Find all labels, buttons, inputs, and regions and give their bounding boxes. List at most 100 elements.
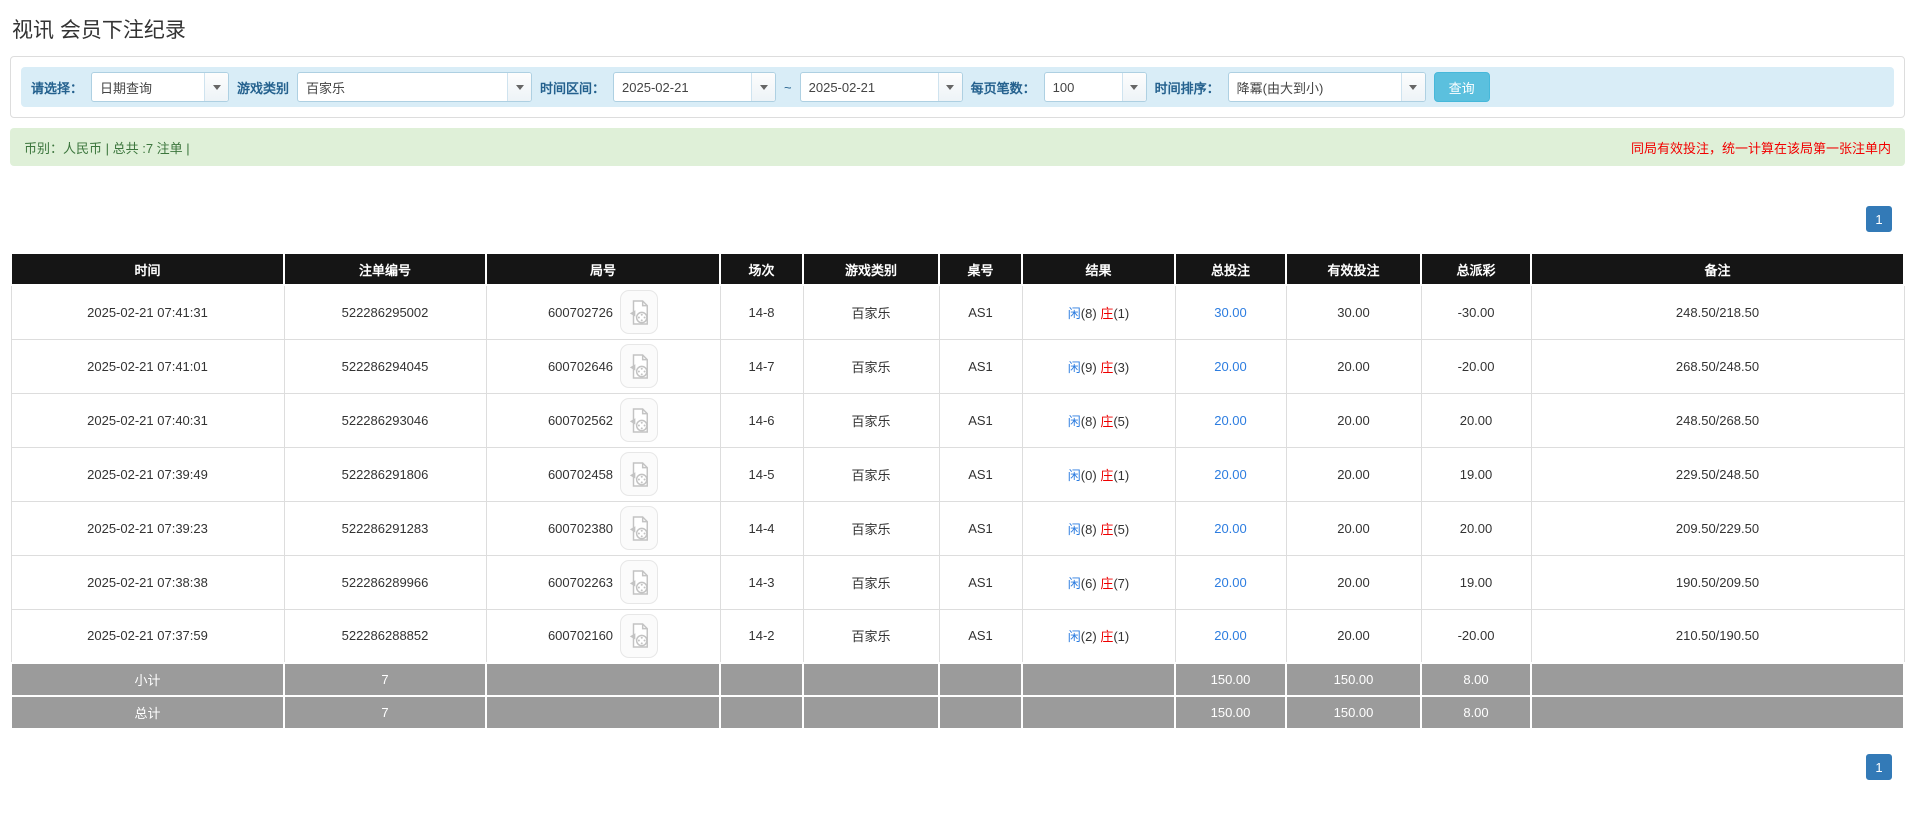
column-header: 局号 — [485, 252, 721, 286]
film-file-icon — [629, 353, 649, 379]
cell-valid-bet: 20.00 — [1285, 392, 1422, 448]
cell-time: 2025-02-21 07:39:23 — [10, 500, 285, 556]
cell-round-number: 600702646 — [485, 338, 721, 394]
column-header: 时间 — [10, 252, 285, 286]
total-bet-link[interactable]: 20.00 — [1214, 467, 1247, 482]
cell-table-number: AS1 — [938, 554, 1023, 610]
film-file-icon — [629, 569, 649, 595]
cell-round-number: 600702726 — [485, 284, 721, 340]
video-replay-button[interactable] — [620, 344, 659, 388]
cell-valid-bet: 20.00 — [1285, 500, 1422, 556]
page-button[interactable]: 1 — [1866, 754, 1892, 780]
cell-game-category: 百家乐 — [802, 554, 940, 610]
column-header: 桌号 — [938, 252, 1023, 286]
cell-payout: 19.00 — [1420, 446, 1532, 502]
film-file-icon — [629, 407, 649, 433]
cell-table-number: AS1 — [938, 500, 1023, 556]
cell-payout: 19.00 — [1420, 554, 1532, 610]
cell-total-bet: 30.00 — [1174, 284, 1287, 340]
cell-bet-number: 522286294045 — [283, 338, 487, 394]
cell-table-number: AS1 — [938, 608, 1023, 664]
cell-time: 2025-02-21 07:40:31 — [10, 392, 285, 448]
time-sort-select[interactable]: 降冪(由大到小) — [1227, 72, 1426, 102]
total-bet-link[interactable]: 20.00 — [1214, 521, 1247, 536]
table-row: 2025-02-21 07:41:01 522286294045 6007026… — [10, 338, 1905, 394]
page-button[interactable]: 1 — [1866, 206, 1892, 232]
cell-note: 248.50/268.50 — [1530, 392, 1905, 448]
table-header-row: 时间 注单编号 局号 场次 游戏类别 桌号 结果 总投注 有效投注 总派彩 备注 — [10, 252, 1905, 286]
table-row: 2025-02-21 07:39:23 522286291283 6007023… — [10, 500, 1905, 556]
total-bet-link[interactable]: 30.00 — [1214, 305, 1247, 320]
chevron-down-icon[interactable] — [1400, 73, 1425, 101]
cell-note: 210.50/190.50 — [1530, 608, 1905, 664]
video-replay-button[interactable] — [620, 290, 659, 335]
total-bet-link[interactable]: 20.00 — [1214, 413, 1247, 428]
cell-payout: -20.00 — [1420, 608, 1532, 664]
cell-bet-number: 522286295002 — [283, 284, 487, 340]
chevron-down-icon[interactable] — [1121, 73, 1146, 101]
query-type-select[interactable]: 日期查询 — [91, 72, 230, 102]
total-bet-link[interactable]: 20.00 — [1214, 628, 1247, 643]
cell-result: 闲(0) 庄(1) — [1021, 446, 1176, 502]
cell-session: 14-8 — [719, 284, 804, 340]
video-replay-button[interactable] — [620, 560, 659, 604]
cell-total-bet: 20.00 — [1174, 608, 1287, 664]
cell-round-number: 600702380 — [485, 500, 721, 556]
per-page-select[interactable]: 100 — [1043, 72, 1147, 102]
cell-result: 闲(2) 庄(1) — [1021, 608, 1176, 664]
video-replay-button[interactable] — [620, 506, 659, 550]
cell-valid-bet: 20.00 — [1285, 554, 1422, 610]
cell-bet-number: 522286293046 — [283, 392, 487, 448]
cell-note: 190.50/209.50 — [1530, 554, 1905, 610]
cell-result: 闲(8) 庄(1) — [1021, 284, 1176, 340]
column-header: 结果 — [1021, 252, 1176, 286]
date-to-select[interactable]: 2025-02-21 — [799, 72, 963, 102]
tilde-separator: ~ — [784, 79, 792, 95]
cell-game-category: 百家乐 — [802, 446, 940, 502]
column-header: 备注 — [1530, 252, 1905, 286]
cell-session: 14-4 — [719, 500, 804, 556]
video-replay-button[interactable] — [620, 613, 659, 658]
cell-round-number: 600702263 — [485, 554, 721, 610]
table-row: 2025-02-21 07:39:49 522286291806 6007024… — [10, 446, 1905, 502]
total-bet-link[interactable]: 20.00 — [1214, 575, 1247, 590]
search-button[interactable]: 查询 — [1433, 72, 1490, 102]
chevron-down-icon[interactable] — [751, 73, 776, 101]
chevron-down-icon[interactable] — [937, 73, 962, 101]
cell-game-category: 百家乐 — [802, 284, 940, 340]
cell-game-category: 百家乐 — [802, 392, 940, 448]
film-file-icon — [629, 461, 649, 487]
cell-time: 2025-02-21 07:41:01 — [10, 338, 285, 394]
filter-bar: 请选择： 日期查询 游戏类别 百家乐 时间区间： 2025-02-21 ~ 20… — [21, 67, 1894, 107]
cell-round-number: 600702160 — [485, 608, 721, 664]
cell-note: 268.50/248.50 — [1530, 338, 1905, 394]
cell-time: 2025-02-21 07:41:31 — [10, 284, 285, 340]
total-bet-link[interactable]: 20.00 — [1214, 359, 1247, 374]
column-header: 注单编号 — [283, 252, 487, 286]
filter-panel: 请选择： 日期查询 游戏类别 百家乐 时间区间： 2025-02-21 ~ 20… — [10, 56, 1905, 118]
date-from-select[interactable]: 2025-02-21 — [613, 72, 777, 102]
cell-table-number: AS1 — [938, 392, 1023, 448]
film-file-icon — [629, 623, 649, 648]
cell-table-number: AS1 — [938, 284, 1023, 340]
cell-round-number: 600702458 — [485, 446, 721, 502]
cell-valid-bet: 20.00 — [1285, 338, 1422, 394]
game-category-select[interactable]: 百家乐 — [297, 72, 533, 102]
cell-game-category: 百家乐 — [802, 338, 940, 394]
table-row: 2025-02-21 07:41:31 522286295002 6007027… — [10, 284, 1905, 340]
film-file-icon — [629, 300, 649, 325]
cell-session: 14-7 — [719, 338, 804, 394]
cell-time: 2025-02-21 07:37:59 — [10, 608, 285, 664]
cell-note: 248.50/218.50 — [1530, 284, 1905, 340]
chevron-down-icon[interactable] — [507, 73, 532, 101]
column-header: 总投注 — [1174, 252, 1287, 286]
currency-total-text: 币别：人民币 | 总共 :7 注单 | — [24, 140, 190, 156]
video-replay-button[interactable] — [620, 452, 659, 496]
cell-bet-number: 522286289966 — [283, 554, 487, 610]
chevron-down-icon[interactable] — [204, 73, 229, 101]
currency-summary-bar: 币别：人民币 | 总共 :7 注单 | 同局有效投注，统一计算在该局第一张注单内 — [10, 128, 1905, 166]
cell-game-category: 百家乐 — [802, 500, 940, 556]
cell-valid-bet: 20.00 — [1285, 446, 1422, 502]
video-replay-button[interactable] — [620, 398, 659, 442]
page-title: 视讯 会员下注纪录 — [12, 19, 186, 42]
